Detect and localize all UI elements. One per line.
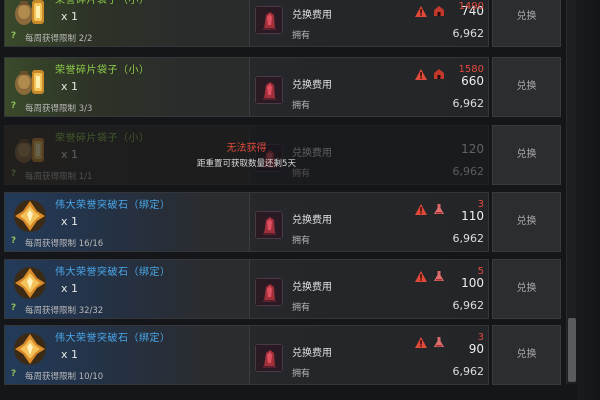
item-info-panel: ? 荣誉碎片袋子（小） x 1 每周获得限制 2/2 [5,0,249,46]
divider [249,193,250,251]
item-card[interactable]: ? 荣誉碎片袋子（小） x 1 每周获得限制 3/3 兑换费用 拥有 660 6,962 158… [4,57,489,117]
item-quantity: x 1 [61,282,79,295]
exchange-button[interactable]: 兑换 [492,0,561,47]
help-icon[interactable]: ? [8,303,19,314]
item-info-panel: ? 伟大荣誉突破石（绑定） x 1 每周获得限制 32/32 [5,260,249,318]
owned-value: 6,962 [452,232,485,245]
divider [249,260,250,318]
limit-count: 1580 [458,64,484,75]
exchange-button[interactable]: 兑换 [492,192,561,252]
honor-shard-bag-icon[interactable] [11,62,49,100]
honor-currency-icon[interactable] [255,344,283,372]
limit-count: 1490 [458,1,484,12]
item-card[interactable]: ? 伟大荣誉突破石（绑定） x 1 每周获得限制 16/16 兑换费用 拥有 110 6,96… [4,192,489,252]
honor-currency-icon[interactable] [255,211,283,239]
cost-label: 兑换费用 [292,282,332,293]
owned-label: 拥有 [292,101,311,111]
limit-count: 5 [477,266,484,277]
weekly-limit: 每周获得限制 16/16 [25,239,104,249]
exchange-button[interactable]: 兑换 [492,259,561,319]
divider [249,58,250,116]
exchange-item-row: ? 荣誉碎片袋子（小） x 1 每周获得限制 2/2 兑换费用 拥有 740 6,962 149… [4,0,561,47]
item-quantity: x 1 [61,10,79,23]
exchange-item-row: ? 伟大荣誉突破石（绑定） x 1 每周获得限制 16/16 兑换费用 拥有 110 6,96… [4,192,561,252]
exchange-item-list: ? 荣誉碎片袋子（小） x 1 每周获得限制 2/2 兑换费用 拥有 740 6,962 149… [0,0,600,400]
owned-value: 6,962 [452,97,485,110]
cost-label: 兑换费用 [292,215,332,226]
weekly-limit: 每周获得限制 10/10 [25,372,104,382]
honor-currency-icon[interactable] [255,6,283,34]
great-honor-leapstone-icon[interactable] [11,264,49,302]
weekly-limit: 每周获得限制 2/2 [25,34,93,44]
weekly-limit: 每周获得限制 1/1 [25,172,93,182]
owned-label: 拥有 [292,236,311,246]
help-icon[interactable]: ? [8,236,19,247]
great-honor-leapstone-icon[interactable] [11,330,49,368]
item-card[interactable]: ? 荣誉碎片袋子（小） x 1 每周获得限制 1/1 兑换费用 拥有 120 6,962 [4,125,489,185]
honor-currency-icon[interactable] [255,278,283,306]
owned-label: 拥有 [292,303,311,313]
item-name: 荣誉碎片袋子（小） [55,65,150,76]
unavailable-status: 无法获得 [226,143,267,154]
exchange-button[interactable]: 兑换 [492,125,561,185]
item-quantity: x 1 [61,215,79,228]
divider [249,326,250,384]
owned-value: 6,962 [452,365,485,378]
help-icon[interactable]: ? [8,31,19,42]
cost-label: 兑换费用 [292,10,332,21]
divider [249,0,250,46]
scroll-thumb[interactable] [568,318,576,382]
item-info-panel: ? 伟大荣誉突破石（绑定） x 1 每周获得限制 10/10 [5,326,249,384]
item-quantity: x 1 [61,80,79,93]
item-info-panel: ? 荣誉碎片袋子（小） x 1 每周获得限制 3/3 [5,58,249,116]
owned-value: 6,962 [452,299,485,312]
help-icon[interactable]: ? [8,101,19,112]
scrollbar[interactable] [566,0,577,384]
item-name: 伟大荣誉突破石（绑定） [55,267,171,278]
exchange-button[interactable]: 兑换 [492,57,561,117]
honor-currency-icon[interactable] [255,76,283,104]
exchange-item-row: ? 荣誉碎片袋子（小） x 1 每周获得限制 3/3 兑换费用 拥有 660 6,962 158… [4,57,561,117]
weekly-limit: 每周获得限制 3/3 [25,104,93,114]
exchange-item-row: ? 荣誉碎片袋子（小） x 1 每周获得限制 1/1 兑换费用 拥有 120 6,962 兑换 无… [4,125,561,185]
limit-count: 3 [477,332,484,343]
item-info-panel: ? 荣誉碎片袋子（小） x 1 每周获得限制 1/1 [5,126,249,184]
divider [249,126,250,184]
item-card[interactable]: ? 荣誉碎片袋子（小） x 1 每周获得限制 2/2 兑换费用 拥有 740 6,962 149… [4,0,489,47]
cost-label: 兑换费用 [292,348,332,359]
owned-label: 拥有 [292,31,311,41]
item-name: 伟大荣誉突破石（绑定） [55,333,171,344]
item-quantity: x 1 [61,348,79,361]
exchange-item-row: ? 伟大荣誉突破石（绑定） x 1 每周获得限制 32/32 兑换费用 拥有 100 6,96… [4,259,561,319]
limit-count: 3 [477,199,484,210]
item-name: 伟大荣誉突破石（绑定） [55,200,171,211]
cost-label: 兑换费用 [292,80,332,91]
owned-label: 拥有 [292,369,311,379]
help-icon[interactable]: ? [8,369,19,380]
honor-shard-bag-icon[interactable] [11,0,49,30]
great-honor-leapstone-icon[interactable] [11,197,49,235]
exchange-item-row: ? 伟大荣誉突破石（绑定） x 1 每周获得限制 10/10 兑换费用 拥有 90 6,962… [4,325,561,385]
owned-value: 6,962 [452,27,485,40]
item-info-panel: ? 伟大荣誉突破石（绑定） x 1 每周获得限制 16/16 [5,193,249,251]
weekly-limit: 每周获得限制 32/32 [25,306,104,316]
exchange-button[interactable]: 兑换 [492,325,561,385]
help-icon[interactable]: ? [8,169,19,180]
reset-countdown-note: 距重置可获取数量还剩5天 [197,159,296,169]
item-card[interactable]: ? 伟大荣誉突破石（绑定） x 1 每周获得限制 10/10 兑换费用 拥有 90 6,962… [4,325,489,385]
item-name: 荣誉碎片袋子（小） [55,0,150,6]
window-frame-edge [578,0,600,400]
item-card[interactable]: ? 伟大荣誉突破石（绑定） x 1 每周获得限制 32/32 兑换费用 拥有 100 6,96… [4,259,489,319]
